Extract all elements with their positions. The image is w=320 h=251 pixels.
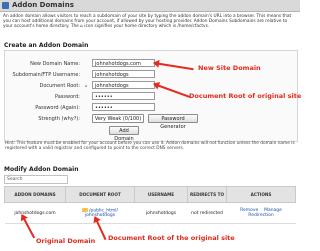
annotation-doc-root-original-site: Document Root of the original site xyxy=(108,234,235,242)
annotation-doc-root-original: Document Root of original site xyxy=(189,92,302,100)
row-docroot[interactable]: /public_html/ johnshotdogs xyxy=(65,202,135,224)
create-section-title: Create an Addon Domain xyxy=(4,42,89,49)
addon-domains-table: Addon Domains Document Root Username Red… xyxy=(4,186,296,224)
password-generator-button[interactable]: Password Generator xyxy=(148,114,198,130)
col-actions: Actions xyxy=(226,186,296,203)
document-root-input[interactable]: johnshotdogs xyxy=(92,81,155,89)
page-header: Addon Domains xyxy=(0,0,300,12)
page-title: Addon Domains xyxy=(12,1,74,9)
folder-icon xyxy=(81,207,88,212)
document-root-label: Document Root: xyxy=(39,83,80,89)
page-description: An addon domain allows visitors to reach… xyxy=(3,14,292,30)
add-domain-button[interactable]: Add Domain xyxy=(109,126,139,142)
strength-meter: Very Weak (0/100) xyxy=(92,114,144,123)
search-input[interactable]: Search xyxy=(4,175,68,184)
annotation-original-domain: Original Domain xyxy=(36,237,96,245)
row-domain: johnshotdogs.com xyxy=(4,202,66,224)
col-document-root[interactable]: Document Root xyxy=(65,186,135,203)
col-username[interactable]: Username xyxy=(134,186,188,203)
password-input[interactable]: •••••• xyxy=(92,92,155,100)
home-icon: ⌂ xyxy=(85,83,88,88)
new-domain-input[interactable]: johnshotdogs.com xyxy=(92,59,155,67)
annotation-new-site-domain: New Site Domain xyxy=(198,64,261,72)
row-docroot-link[interactable]: /public_html/ johnshotdogs xyxy=(85,208,118,218)
password-label: Password: xyxy=(54,94,80,100)
row-redirects: not redirected xyxy=(187,202,227,224)
table-row: johnshotdogs.com /public_html/ johnshotd… xyxy=(4,202,296,224)
col-addon-domains[interactable]: Addon Domains xyxy=(4,186,66,203)
addon-domains-icon xyxy=(2,2,9,9)
col-redirects: Redirects to xyxy=(187,186,227,203)
password-again-input[interactable]: •••••• xyxy=(92,103,155,111)
new-domain-label: New Domain Name: xyxy=(30,61,80,67)
row-username: johnshotdogs xyxy=(134,202,188,224)
row-actions: Remove Manage Redirection xyxy=(226,202,296,224)
modify-section-title: Modify Addon Domain xyxy=(4,166,79,173)
strength-label: Strength (why?): xyxy=(38,116,80,122)
password-again-label: Password (Again): xyxy=(35,105,80,111)
hint-note: Hint: This feature must be enabled for y… xyxy=(5,141,295,151)
table-header-row: Addon Domains Document Root Username Red… xyxy=(4,186,296,203)
subdomain-label: Subdomain/FTP Username: xyxy=(12,72,80,78)
subdomain-input[interactable]: johnshotdogs xyxy=(92,70,155,78)
